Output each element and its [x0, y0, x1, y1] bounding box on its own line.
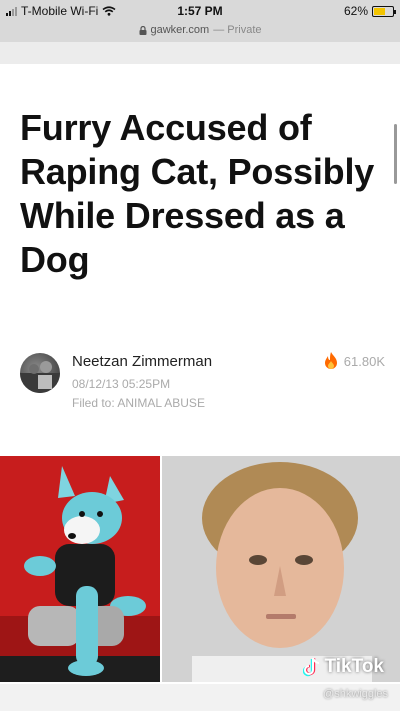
avatar[interactable] [20, 353, 60, 393]
lock-icon [139, 25, 146, 35]
fursuit-photo[interactable] [0, 456, 160, 682]
view-count-value: 61.80K [343, 353, 385, 369]
battery-level [374, 7, 386, 15]
battery-icon [372, 5, 396, 17]
avatar-photo [20, 361, 60, 393]
tiktok-handle: @shkwiggles [323, 688, 388, 700]
scrollbar[interactable] [394, 124, 397, 184]
status-bar: T-Mobile Wi-Fi 1:57 PM 62% [0, 0, 400, 22]
fire-icon [324, 352, 337, 369]
mugshot-photo[interactable] [162, 456, 400, 682]
fursuit-illustration [0, 456, 160, 682]
publish-date: 08/12/13 05:25PM [72, 377, 171, 391]
browser-toolbar-strip [0, 42, 400, 64]
private-label: — Private [213, 24, 262, 36]
tiktok-logo-icon [302, 657, 319, 677]
article-headline[interactable]: Furry Accused of Raping Cat, Possibly Wh… [20, 106, 385, 282]
article-photos[interactable] [0, 456, 400, 682]
author-name[interactable]: Neetzan Zimmerman [72, 353, 212, 370]
tiktok-brand: TikTok [324, 656, 384, 677]
battery-percent: 62% [343, 4, 368, 18]
clock: 1:57 PM [177, 4, 223, 18]
mugshot-illustration [162, 456, 400, 682]
view-count: 61.80K [324, 352, 385, 370]
tiktok-watermark: TikTok [302, 656, 384, 678]
filed-under[interactable]: Filed to: ANIMAL ABUSE [72, 396, 205, 410]
article-card: Furry Accused of Raping Cat, Possibly Wh… [0, 64, 400, 684]
byline: Neetzan Zimmerman 08/12/13 05:25PM Filed… [20, 349, 385, 419]
url-domain: gawker.com [150, 24, 210, 36]
address-bar[interactable]: gawker.com — Private [0, 22, 400, 42]
status-right: 62% [343, 4, 396, 18]
